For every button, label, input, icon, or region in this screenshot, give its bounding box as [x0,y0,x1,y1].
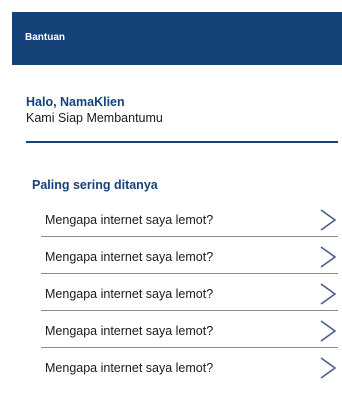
faq-item[interactable]: Mengapa internet saya lemot? [41,200,338,237]
faq-item[interactable]: Mengapa internet saya lemot? [41,348,338,384]
faq-item[interactable]: Mengapa internet saya lemot? [41,274,338,311]
chevron-right-icon[interactable] [320,283,336,305]
chevron-right-icon[interactable] [320,209,336,231]
faq-question: Mengapa internet saya lemot? [45,250,214,264]
faq-list: Mengapa internet saya lemot? Mengapa int… [41,200,338,384]
greeting-divider [26,141,338,143]
faq-section-title: Paling sering ditanya [32,178,158,192]
faq-question: Mengapa internet saya lemot? [45,324,214,338]
chevron-right-icon[interactable] [320,357,336,379]
greeting-subtitle: Kami Siap Membantumu [26,111,163,125]
help-page: Bantuan Halo, NamaKlien Kami Siap Memban… [12,12,342,419]
faq-question: Mengapa internet saya lemot? [45,361,214,375]
faq-item[interactable]: Mengapa internet saya lemot? [41,237,338,274]
faq-question: Mengapa internet saya lemot? [45,213,214,227]
header-title: Bantuan [25,32,65,43]
chevron-right-icon[interactable] [320,320,336,342]
greeting-name: Halo, NamaKlien [26,95,125,109]
app-header: Bantuan [12,12,342,65]
chevron-right-icon[interactable] [320,246,336,268]
faq-item[interactable]: Mengapa internet saya lemot? [41,311,338,348]
faq-question: Mengapa internet saya lemot? [45,287,214,301]
